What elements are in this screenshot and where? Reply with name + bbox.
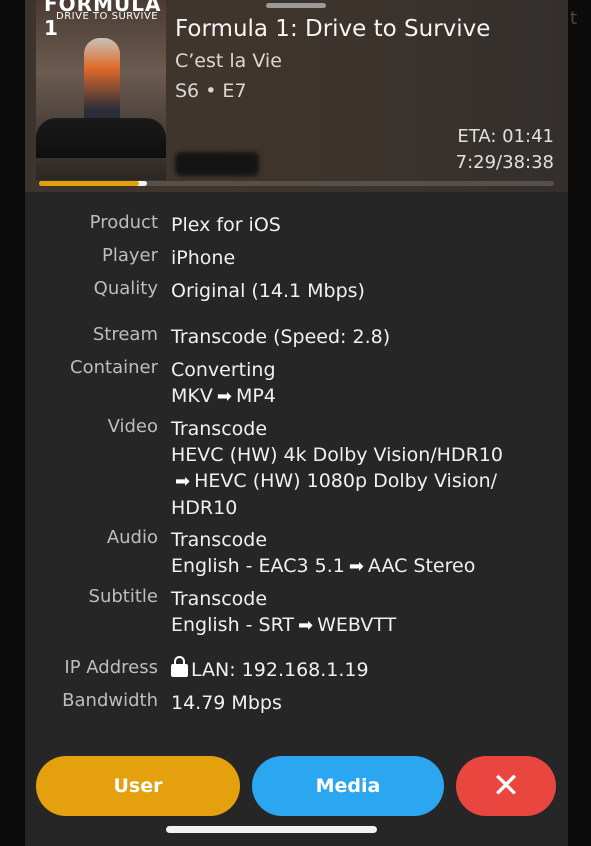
player-value: iPhone — [171, 247, 236, 269]
subtitle-value: Transcode English - SRT ➡ WEBVTT — [171, 586, 568, 639]
episode-title: C’est la Vie — [175, 50, 282, 72]
ip-text: LAN: 192.168.1.19 — [191, 659, 369, 681]
container-status: Converting — [171, 359, 276, 381]
subtitle-conversion: English - SRT ➡ WEBVTT — [171, 612, 568, 639]
audio-from: English - EAC3 5.1 — [171, 555, 345, 577]
bandwidth-row: Bandwidth 14.79 Mbps — [25, 690, 568, 716]
home-indicator — [166, 826, 377, 833]
stream-row: Stream Transcode (Speed: 2.8) — [25, 324, 568, 350]
subtitle-status: Transcode — [171, 588, 268, 610]
quality-row: Quality Original (14.1 Mbps) — [25, 278, 568, 304]
product-label: Product — [89, 212, 158, 233]
arrow-right-icon: ➡ — [348, 556, 364, 577]
ip-label: IP Address — [64, 657, 158, 678]
subtitle-row: Subtitle Transcode English - SRT ➡ WEBVTT — [25, 586, 568, 639]
progress-bar — [39, 181, 554, 186]
container-to: MP4 — [235, 385, 276, 407]
drag-handle[interactable] — [266, 3, 326, 8]
audio-conversion: English - EAC3 5.1 ➡ AAC Stereo — [171, 553, 568, 580]
video-target-text: HEVC (HW) 1080p Dolby Vision/ — [194, 470, 498, 492]
progress-fill — [39, 181, 139, 186]
redacted-user — [175, 152, 259, 176]
video-target-cont: HDR10 — [171, 497, 238, 519]
subtitle-from: English - SRT — [171, 614, 295, 636]
video-label: Video — [107, 416, 158, 437]
video-source: HEVC (HW) 4k Dolby Vision/HDR10 — [171, 444, 503, 466]
container-label: Container — [70, 357, 158, 378]
eta-text: ETA: 01:41 — [457, 126, 554, 147]
session-details-sheet: FORMULA 1 DRIVE TO SURVIVE Formula 1: Dr… — [25, 0, 568, 846]
subtitle-to: WEBVTT — [317, 614, 397, 636]
now-playing-header: FORMULA 1 DRIVE TO SURVIVE Formula 1: Dr… — [25, 0, 568, 192]
close-button[interactable]: ✕ — [456, 756, 556, 816]
audio-row: Audio Transcode English - EAC3 5.1 ➡ AAC S… — [25, 527, 568, 580]
arrow-right-icon: ➡ — [175, 471, 191, 492]
quality-label: Quality — [93, 278, 158, 299]
container-from: MKV — [171, 385, 213, 407]
user-button[interactable]: User — [36, 756, 240, 816]
video-status: Transcode — [171, 418, 268, 440]
audio-label: Audio — [106, 527, 158, 548]
arrow-right-icon: ➡ — [298, 615, 314, 636]
episode-number: S6 • E7 — [175, 80, 247, 102]
video-row: Video Transcode HEVC (HW) 4k Dolby Visio… — [25, 416, 568, 521]
audio-status: Transcode — [171, 529, 268, 551]
session-info: Product Plex for iOS Player iPhone Quali… — [25, 212, 568, 716]
ip-row: IP Address LAN: 192.168.1.19 — [25, 656, 568, 683]
poster-image: FORMULA 1 DRIVE TO SURVIVE — [36, 0, 166, 180]
quality-value: Original (14.1 Mbps) — [171, 280, 365, 302]
arrow-right-icon: ➡ — [216, 386, 232, 407]
show-title: Formula 1: Drive to Survive — [175, 16, 491, 42]
stream-value: Transcode (Speed: 2.8) — [171, 326, 391, 348]
ip-value: LAN: 192.168.1.19 — [171, 656, 568, 683]
stream-label: Stream — [92, 324, 158, 345]
video-target: ➡ HEVC (HW) 1080p Dolby Vision/ — [171, 468, 568, 495]
bandwidth-label: Bandwidth — [62, 690, 158, 711]
player-row: Player iPhone — [25, 245, 568, 271]
video-value: Transcode HEVC (HW) 4k Dolby Vision/HDR1… — [171, 416, 568, 521]
close-icon: ✕ — [491, 766, 521, 806]
audio-to: AAC Stereo — [367, 555, 476, 577]
container-value: Converting MKV ➡ MP4 — [171, 357, 568, 410]
lock-icon — [171, 656, 188, 677]
media-button[interactable]: Media — [252, 756, 444, 816]
progress-time: 7:29/38:38 — [455, 152, 554, 173]
player-label: Player — [101, 245, 158, 266]
product-value: Plex for iOS — [171, 214, 281, 236]
product-row: Product Plex for iOS — [25, 212, 568, 238]
background-text: t — [569, 8, 577, 29]
container-row: Container Converting MKV ➡ MP4 — [25, 357, 568, 410]
bandwidth-value: 14.79 Mbps — [171, 692, 282, 714]
poster-subtitle: DRIVE TO SURVIVE — [56, 11, 159, 22]
audio-value: Transcode English - EAC3 5.1 ➡ AAC Stereo — [171, 527, 568, 580]
subtitle-label: Subtitle — [88, 586, 158, 607]
container-conversion: MKV ➡ MP4 — [171, 383, 568, 410]
poster-car — [36, 118, 166, 158]
